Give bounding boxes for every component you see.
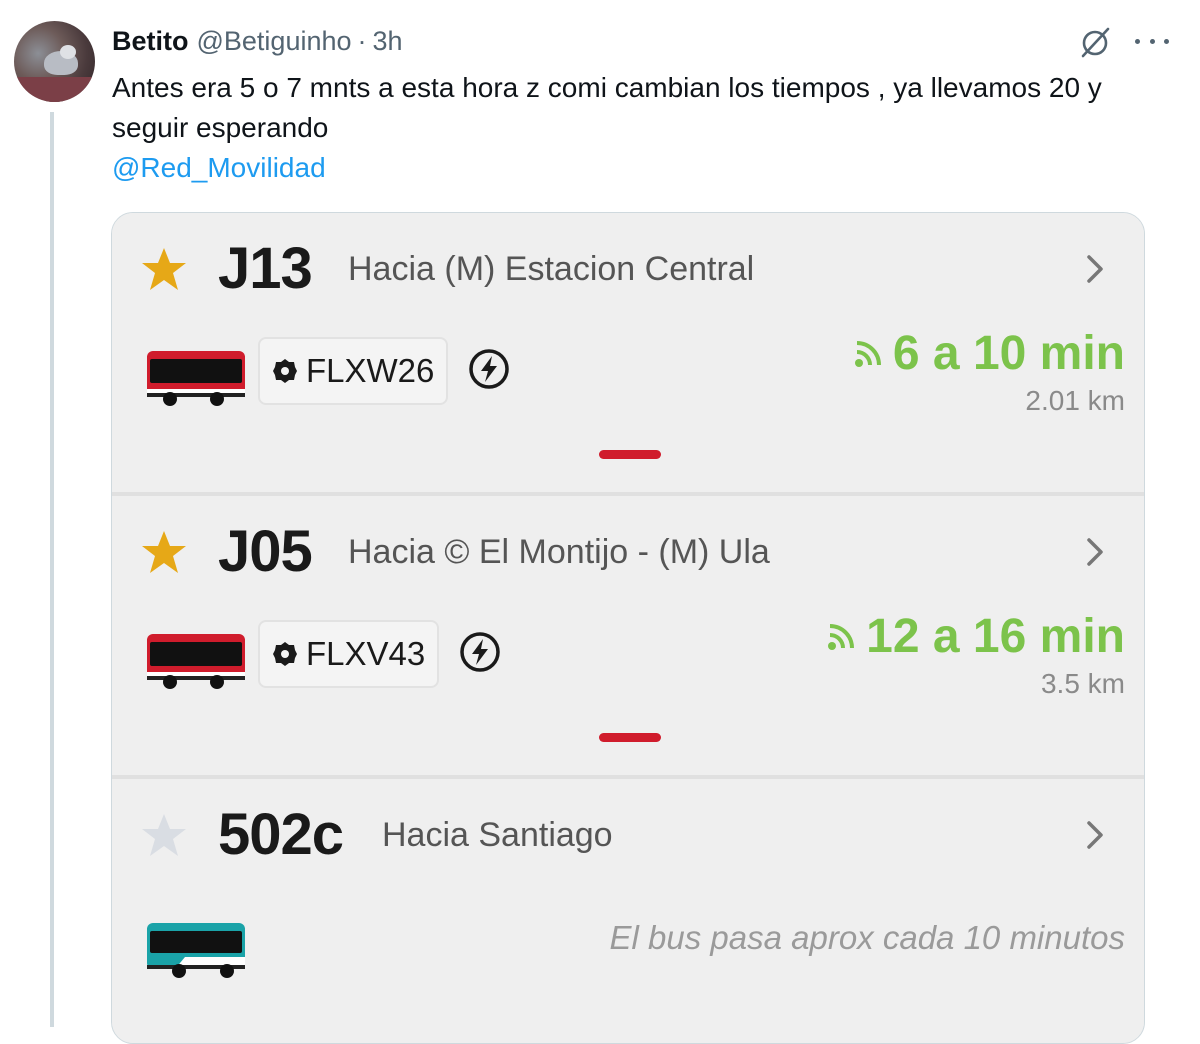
- route-number: J05: [218, 519, 313, 584]
- tweet-header: Betito @Betiguinho · 3h: [112, 24, 403, 58]
- route-destination: Hacia © El Montijo - (M) Ula: [348, 533, 770, 571]
- more-dot: [1164, 38, 1169, 44]
- plate-number: FLXV43: [306, 635, 426, 672]
- mention-link[interactable]: @Red_Movilidad: [112, 148, 326, 188]
- route-item-j05[interactable]: J05 Hacia © El Montijo - (M) Ula FLXV43: [112, 496, 1144, 779]
- avatar-cat-face: [60, 45, 76, 59]
- route-number: J13: [218, 236, 313, 301]
- lightning-bolt-icon: [460, 632, 500, 672]
- eta: 6 a 10 min: [853, 326, 1125, 382]
- tweet-text: Antes era 5 o 7 mnts a esta hora z comi …: [112, 72, 1102, 143]
- bus-plate: FLXW26: [258, 337, 449, 405]
- bus-plate: FLXV43: [258, 620, 440, 688]
- signal-icon: [828, 624, 855, 650]
- grok-icon[interactable]: [1078, 25, 1112, 59]
- route-item-j13[interactable]: J13 Hacia (M) Estacion Central FLXW26 6 …: [112, 213, 1144, 496]
- route-item-502c[interactable]: 502c Hacia Santiago El bus pasa aprox ca…: [112, 779, 1144, 1043]
- chevron-right-icon[interactable]: [1080, 534, 1110, 570]
- star-icon[interactable]: [139, 528, 189, 578]
- more-dot: [1135, 38, 1140, 44]
- signal-icon: [854, 341, 881, 367]
- plate-number: FLXW26: [306, 352, 435, 389]
- eta-text: 6 a 10 min: [892, 327, 1125, 380]
- frequency-text: El bus pasa aprox cada 10 minutos: [609, 919, 1125, 956]
- chevron-right-icon[interactable]: [1080, 251, 1110, 287]
- thread-line: [50, 112, 54, 1027]
- more-dot: [1149, 38, 1155, 44]
- bus-icon: [147, 923, 245, 978]
- tweet-time[interactable]: 3h: [373, 26, 403, 57]
- more-options-icon[interactable]: [1135, 26, 1169, 56]
- distance: 3.5 km: [1040, 668, 1125, 699]
- lightning-bolt-icon: [469, 349, 509, 389]
- eta-text: 12 a 16 min: [866, 610, 1125, 663]
- route-number: 502c: [218, 802, 344, 867]
- chevron-right-icon[interactable]: [1080, 817, 1110, 853]
- attached-image[interactable]: J13 Hacia (M) Estacion Central FLXW26 6 …: [111, 212, 1145, 1044]
- author-handle[interactable]: @Betiguinho: [197, 26, 352, 57]
- author-name[interactable]: Betito: [112, 26, 189, 57]
- route-line-indicator: [599, 450, 661, 459]
- bus-icon: [147, 634, 245, 689]
- avatar-background: [14, 77, 95, 102]
- star-icon[interactable]: [139, 245, 189, 295]
- avatar[interactable]: [14, 21, 95, 102]
- header-separator: ·: [357, 25, 367, 56]
- distance: 2.01 km: [1025, 385, 1125, 416]
- shield-icon: [273, 642, 297, 666]
- star-icon[interactable]: [139, 811, 189, 861]
- shield-icon: [273, 359, 297, 383]
- route-destination: Hacia (M) Estacion Central: [348, 250, 755, 288]
- eta: 12 a 16 min: [826, 609, 1125, 665]
- route-destination: Hacia Santiago: [382, 816, 613, 854]
- bus-icon: [147, 351, 245, 406]
- route-line-indicator: [599, 733, 661, 742]
